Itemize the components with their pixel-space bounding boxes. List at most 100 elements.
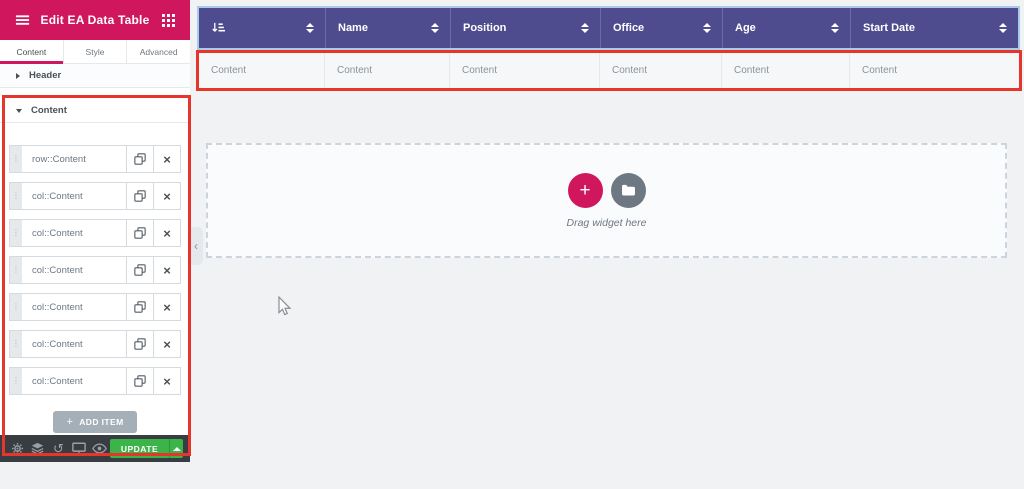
add-item-button[interactable]: + ADD ITEM (53, 411, 137, 433)
drag-handle-icon[interactable]: ⋮ (10, 220, 22, 246)
hamburger-menu-icon[interactable] (12, 10, 32, 30)
sort-toggle-icon[interactable] (831, 23, 839, 33)
sort-toggle-icon[interactable] (999, 23, 1007, 33)
table-cell: Content (862, 65, 898, 76)
repeater-item-col[interactable]: ⋮ col::Content × (9, 367, 181, 395)
panel-footer: ↺ UPDATE (0, 435, 190, 462)
tab-advanced[interactable]: Advanced (127, 40, 190, 63)
column-label: Name (338, 22, 368, 34)
repeater-item-label: col::Content (32, 190, 83, 202)
table-column-start-date[interactable]: Start Date (850, 8, 1018, 48)
drag-handle-icon[interactable]: ⋮ (10, 368, 22, 394)
column-label: Age (735, 22, 756, 34)
tab-content[interactable]: Content (0, 40, 64, 64)
preview-eye-icon[interactable] (89, 438, 110, 460)
tab-style-label: Style (85, 46, 105, 57)
repeater-item-label: col::Content (32, 264, 83, 276)
repeater-item-col[interactable]: ⋮ col::Content × (9, 293, 181, 321)
update-button-group: UPDATE (109, 439, 184, 458)
remove-item-button[interactable]: × (153, 257, 180, 283)
repeater-item-label: row::Content (32, 153, 86, 165)
table-cell: Content (600, 53, 722, 88)
remove-item-button[interactable]: × (153, 183, 180, 209)
repeater-item-label: col::Content (32, 375, 83, 387)
remove-item-button[interactable]: × (153, 294, 180, 320)
drag-handle-icon[interactable]: ⋮ (10, 146, 22, 172)
update-button[interactable]: UPDATE (109, 439, 170, 458)
sort-toggle-icon[interactable] (581, 23, 589, 33)
repeater-item-row[interactable]: ⋮ row::Content × (9, 145, 181, 173)
drag-handle-icon[interactable]: ⋮ (10, 331, 22, 357)
repeater-item-col[interactable]: ⋮ col::Content × (9, 219, 181, 247)
duplicate-item-button[interactable] (126, 146, 153, 172)
repeater-item-label: col::Content (32, 227, 83, 239)
table-column-sort[interactable] (199, 8, 325, 48)
table-cell: Content (722, 53, 850, 88)
section-header[interactable]: Header (0, 64, 190, 88)
caret-right-icon (16, 72, 20, 79)
caret-up-icon (172, 446, 181, 451)
table-cell: Content (450, 53, 600, 88)
responsive-monitor-icon[interactable] (69, 438, 90, 460)
duplicate-item-button[interactable] (126, 294, 153, 320)
drag-handle-icon[interactable]: ⋮ (10, 183, 22, 209)
remove-item-button[interactable]: × (153, 220, 180, 246)
remove-item-button[interactable]: × (153, 146, 180, 172)
panel-title: Edit EA Data Table (40, 13, 150, 27)
drag-handle-icon[interactable]: ⋮ (10, 294, 22, 320)
drop-area-buttons: + (567, 172, 646, 208)
add-section-button[interactable]: + (567, 172, 603, 208)
template-library-button[interactable] (610, 172, 646, 208)
sort-toggle-icon[interactable] (431, 23, 439, 33)
drag-widget-drop-area[interactable]: + Drag widget here (206, 143, 1007, 258)
tab-advanced-label: Advanced (139, 46, 178, 57)
duplicate-item-button[interactable] (126, 220, 153, 246)
repeater-item-label: col::Content (32, 301, 83, 313)
repeater-item-label: col::Content (32, 338, 83, 350)
drop-hint-text: Drag widget here (566, 216, 647, 229)
data-table-header: Name Position Office Age Start Date (199, 8, 1018, 48)
remove-item-button[interactable]: × (153, 331, 180, 357)
table-column-office[interactable]: Office (600, 8, 722, 48)
navigator-layers-icon[interactable] (28, 438, 49, 460)
panel-header: Edit EA Data Table (0, 0, 190, 40)
table-cell: Content (325, 53, 450, 88)
duplicate-item-button[interactable] (126, 257, 153, 283)
update-options-button[interactable] (169, 439, 184, 458)
remove-item-button[interactable]: × (153, 368, 180, 394)
data-table-row: Content Content Content Content Content … (199, 53, 1018, 88)
section-header-label: Header (29, 70, 62, 81)
sort-toggle-icon[interactable] (306, 23, 314, 33)
table-column-name[interactable]: Name (325, 8, 450, 48)
drag-handle-icon[interactable]: ⋮ (10, 257, 22, 283)
panel-collapse-button[interactable]: ‹ (189, 227, 203, 265)
settings-gear-icon[interactable] (7, 438, 28, 460)
duplicate-item-button[interactable] (126, 331, 153, 357)
table-column-age[interactable]: Age (722, 8, 850, 48)
repeater-item-col[interactable]: ⋮ col::Content × (9, 256, 181, 284)
section-content: Content ⋮ row::Content × ⋮ col::Content … (0, 99, 190, 433)
column-label: Position (463, 22, 507, 34)
plus-icon: + (579, 179, 591, 201)
repeater-list: ⋮ row::Content × ⋮ col::Content × ⋮ col:… (0, 123, 190, 395)
history-icon[interactable]: ↺ (48, 438, 69, 460)
repeater-item-col[interactable]: ⋮ col::Content × (9, 182, 181, 210)
column-label: Office (613, 22, 645, 34)
table-cell: Content (199, 53, 325, 88)
caret-down-icon (16, 108, 22, 113)
tab-style[interactable]: Style (64, 40, 128, 63)
add-item-row: + ADD ITEM (0, 411, 190, 433)
elementor-panel: Edit EA Data Table Content Style Advance… (0, 0, 190, 462)
duplicate-item-button[interactable] (126, 183, 153, 209)
repeater-item-col[interactable]: ⋮ col::Content × (9, 330, 181, 358)
widgets-grid-icon[interactable] (158, 10, 178, 30)
duplicate-item-button[interactable] (126, 368, 153, 394)
tab-content-label: Content (16, 46, 47, 57)
sort-toggle-icon[interactable] (703, 23, 711, 33)
add-item-label: ADD ITEM (79, 417, 124, 427)
folder-icon (621, 184, 635, 196)
section-content-header[interactable]: Content (0, 99, 190, 123)
table-column-position[interactable]: Position (450, 8, 600, 48)
mouse-cursor (276, 295, 293, 322)
section-content-label: Content (31, 105, 67, 116)
